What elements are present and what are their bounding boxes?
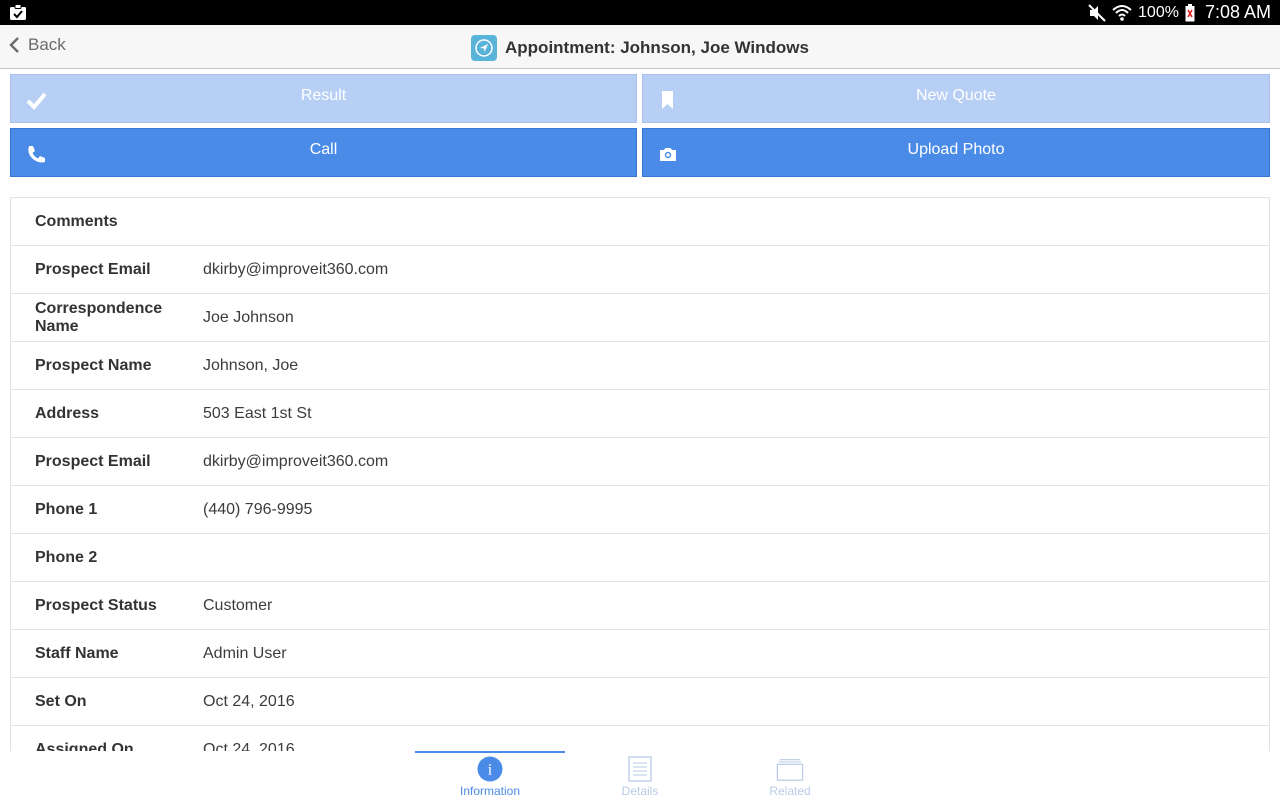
battery-percent: 100% xyxy=(1138,3,1179,21)
call-label: Call xyxy=(309,140,338,158)
field-label: Staff Name xyxy=(35,644,119,662)
upload-photo-button[interactable]: Upload Photo xyxy=(642,128,1270,177)
status-bar-right: 100% 7:08 AM xyxy=(1088,0,1271,25)
phone-icon xyxy=(28,146,45,163)
field-row-prospect-name: Prospect Name Johnson, Joe xyxy=(11,342,1269,390)
field-label: Prospect Email xyxy=(35,452,151,470)
information-list[interactable]: Comments Prospect Email dkirby@improveit… xyxy=(10,197,1270,751)
field-value: Admin User xyxy=(203,644,287,662)
result-button[interactable]: Result xyxy=(10,74,637,123)
tab-details-label: Details xyxy=(621,784,659,798)
header-title-wrap: Appointment: Johnson, Joe Windows xyxy=(0,35,1280,61)
stacked-folders-icon xyxy=(776,756,804,782)
info-icon: i xyxy=(476,756,504,782)
field-label: Prospect Status xyxy=(35,596,157,614)
field-value: dkirby@improveit360.com xyxy=(203,452,389,470)
checkmark-icon xyxy=(26,92,47,110)
bottom-tab-bar: i Information Details Related xyxy=(0,751,1280,800)
new-quote-label: New Quote xyxy=(915,86,997,104)
field-label: Address xyxy=(35,404,100,422)
call-button[interactable]: Call xyxy=(10,128,637,177)
field-value: Customer xyxy=(203,596,273,614)
field-value: 503 East 1st St xyxy=(203,404,312,422)
field-label: Prospect Email xyxy=(35,260,151,278)
field-label: Comments xyxy=(35,212,118,230)
tab-details[interactable]: Details xyxy=(565,751,715,800)
clock: 7:08 AM xyxy=(1204,2,1271,22)
field-value: dkirby@improveit360.com xyxy=(203,260,389,278)
field-row-prospect-email: Prospect Email dkirby@improveit360.com xyxy=(11,246,1269,294)
clipboard-check-icon xyxy=(10,4,26,20)
tab-information-label: Information xyxy=(459,784,521,798)
field-label: Assigned On xyxy=(35,740,134,752)
upload-photo-label: Upload Photo xyxy=(907,140,1005,158)
field-value: Joe Johnson xyxy=(203,308,294,326)
bookmark-icon xyxy=(662,91,673,109)
field-row-phone-1: Phone 1 (440) 796-9995 xyxy=(11,486,1269,534)
field-row-correspondence-name: Correspondence Name Joe Johnson xyxy=(11,294,1269,342)
page-title: Appointment: Johnson, Joe Windows xyxy=(505,38,809,57)
field-label: Phone 2 xyxy=(35,548,98,566)
new-quote-button[interactable]: New Quote xyxy=(642,74,1270,123)
document-icon xyxy=(626,756,654,782)
wifi-icon xyxy=(1112,4,1132,21)
status-bar: 100% 7:08 AM xyxy=(0,0,1280,25)
app-header: Back Appointment: Johnson, Joe Windows xyxy=(0,25,1280,69)
field-row-set-on: Set On Oct 24, 2016 xyxy=(11,678,1269,726)
mute-icon xyxy=(1088,3,1106,22)
tab-related[interactable]: Related xyxy=(715,751,865,800)
field-row-staff-name: Staff Name Admin User xyxy=(11,630,1269,678)
result-label: Result xyxy=(300,86,347,104)
field-value[interactable]: (440) 796-9995 xyxy=(203,501,312,519)
field-row-address: Address 503 East 1st St xyxy=(11,390,1269,438)
field-value: Oct 24, 2016 xyxy=(203,740,295,752)
info-icon-glyph: i xyxy=(488,762,493,779)
field-label: Prospect Name xyxy=(35,356,152,374)
field-label: Phone 1 xyxy=(35,500,98,518)
field-label: Set On xyxy=(35,692,87,710)
field-value: Johnson, Joe xyxy=(203,356,299,374)
tab-information[interactable]: i Information xyxy=(415,751,565,800)
navigation-arrow-icon xyxy=(471,35,498,61)
field-row-comments: Comments xyxy=(11,198,1269,246)
field-row-prospect-email-2: Prospect Email dkirby@improveit360.com xyxy=(11,438,1269,486)
tab-related-label: Related xyxy=(769,784,811,798)
camera-icon xyxy=(660,148,676,161)
field-value: Oct 24, 2016 xyxy=(203,692,295,710)
field-row-assigned-on: Assigned On Oct 24, 2016 xyxy=(11,726,1269,752)
battery-icon xyxy=(1185,3,1195,21)
field-label: Correspondence Name xyxy=(35,299,163,335)
field-row-phone-2: Phone 2 xyxy=(11,534,1269,582)
field-row-prospect-status: Prospect Status Customer xyxy=(11,582,1269,630)
